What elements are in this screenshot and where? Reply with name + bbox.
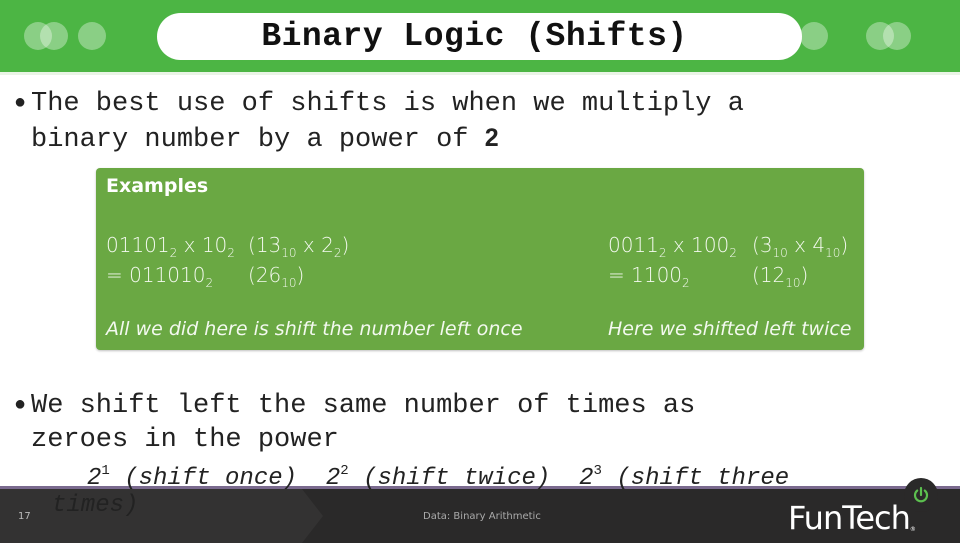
result: 011010 [129,263,206,287]
powers-line: 21 (shift once) 22 (shift twice) 23 (shi… [0,463,789,519]
operand: 13 [255,233,282,257]
decorative-circle [800,22,828,50]
examples-title: Examples [106,175,209,197]
example-left-note: All we did here is shift the number left… [106,318,523,340]
power-base: 2 [579,465,594,492]
power-exponent: 1 [101,463,110,479]
paren: ( [248,263,256,287]
power-base: 2 [325,465,341,492]
paren: ) [840,233,849,257]
operand: 4 [812,233,826,257]
operator: x [666,233,692,257]
logo-text: FunTech [788,499,911,537]
registered-mark: ® [909,526,916,533]
bullet-2-line-2: zeroes in the power [31,425,339,455]
funtech-logo: FunTech® [788,499,916,537]
decorative-circle [40,22,68,50]
power-exponent: 2 [340,463,349,479]
operator: x [787,233,813,257]
operand: 2 [321,233,334,257]
paren: ) [296,263,305,287]
power-icon [913,486,929,503]
paren: ( [752,233,760,257]
paren: ) [800,263,809,287]
power-3-desc: (shift three [601,465,790,492]
title-pill: Binary Logic (Shifts) [157,13,802,60]
base-subscript: 2 [682,276,690,290]
equals: = [106,263,130,287]
operand: 01101 [106,233,170,257]
paren: ( [248,233,256,257]
base-subscript: 10 [281,246,297,260]
paren: ( [752,263,760,287]
base-subscript: 2 [205,276,214,290]
bullet-point-1: ● The best use of shifts is when we mult… [14,87,744,157]
example-left: 011012 x 102 (1310 x 22) = 0110102 (2610) [106,230,349,290]
slide-header: Binary Logic (Shifts) [0,0,960,72]
power-1-desc: (shift once) [109,465,326,492]
bullet-point-2: ● We shift left the same number of times… [14,389,695,457]
base-subscript: 10 [785,276,801,290]
power-3-desc-overflow: times) [52,492,139,519]
operand: 100 [691,233,730,257]
power-exponent: 3 [593,463,602,479]
decorative-circle [78,22,106,50]
example-left-equation: 011012 x 102 (1310 x 22) [106,230,349,260]
bullet-2-line-1: We shift left the same number of times a… [31,391,696,421]
header-divider [0,72,960,75]
decimal-result: 26 [255,263,282,287]
base-subscript: 2 [227,246,235,260]
base-subscript: 2 [658,246,667,260]
equals: = [608,263,632,287]
example-right-result: = 11002 (1210) [608,260,808,290]
slide-title: Binary Logic (Shifts) [261,18,688,55]
base-subscript: 10 [825,246,841,260]
operator: x [177,233,202,257]
operator: x [296,233,322,257]
power-base: 2 [87,465,102,492]
power-2-desc: (shift twice) [348,465,580,492]
bullet-1-line-1: The best use of shifts is when we multip… [31,89,744,119]
bullet-icon: ● [14,394,27,417]
example-right-note: Here we shifted left twice [608,318,852,340]
decorative-circle [883,22,911,50]
operand: 10 [201,233,228,257]
decimal-result: 12 [759,263,786,287]
bullet-1-line-2-text: binary number by a power of [31,125,485,155]
bullet-icon: ● [14,92,27,115]
example-right: 00112 x 1002 (310 x 410) = 11002 (1210) [608,230,848,290]
paren: ) [341,233,350,257]
bullet-1-bold-number: 2 [484,124,499,152]
example-right-equation: 00112 x 1002 (310 x 410) [608,230,848,260]
base-subscript: 10 [281,276,297,290]
base-subscript: 2 [729,246,737,260]
bullet-1-line-2: binary number by a power of 2 [31,121,744,157]
operand: 0011 [608,233,659,257]
examples-box: Examples 011012 x 102 (1310 x 22) = 01101… [96,168,864,350]
result: 1100 [631,263,683,287]
base-subscript: 10 [772,246,788,260]
operand: 3 [759,233,773,257]
example-left-result: = 0110102 (2610) [106,260,304,290]
